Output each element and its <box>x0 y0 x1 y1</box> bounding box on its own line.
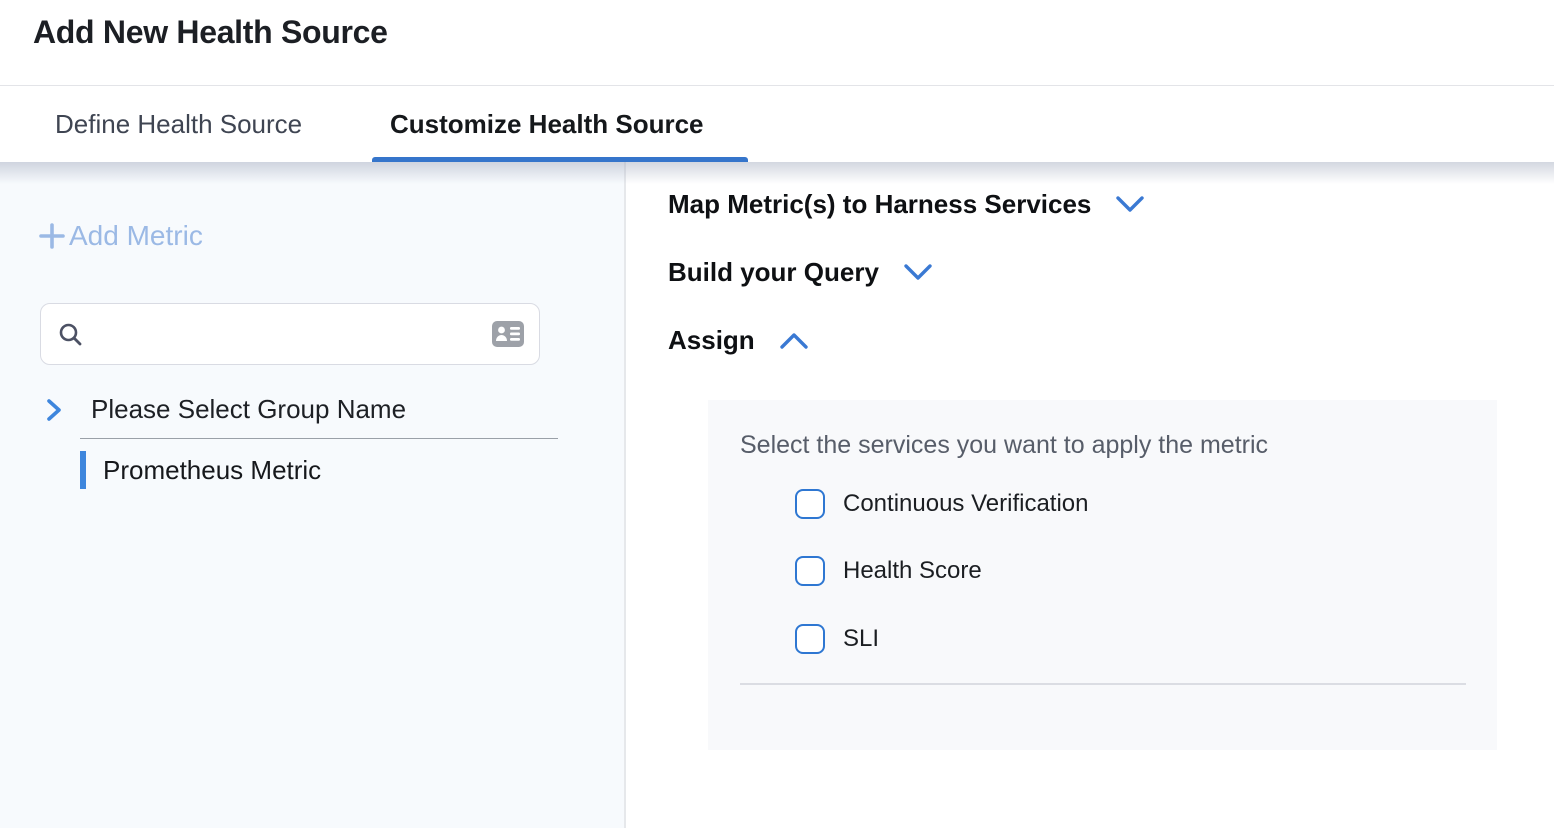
add-metric-label: Add Metric <box>69 220 203 252</box>
option-continuous-verification-label[interactable]: Continuous Verification <box>843 490 1088 518</box>
group-name-label: Please Select Group Name <box>91 394 406 425</box>
search-icon <box>57 321 84 348</box>
assign-panel: Select the services you want to apply th… <box>708 400 1497 750</box>
metric-search-box <box>40 303 540 365</box>
tab-define-health-source[interactable]: Define Health Source <box>55 86 302 162</box>
dialog-content: Add Metric <box>0 162 1554 828</box>
metric-item-label: Prometheus Metric <box>103 451 321 489</box>
metric-search-input[interactable] <box>94 319 481 349</box>
section-map-metrics[interactable]: Map Metric(s) to Harness Services <box>668 186 1145 222</box>
selected-indicator-bar <box>80 451 86 489</box>
option-sli[interactable]: SLI <box>795 624 879 654</box>
option-health-score[interactable]: Health Score <box>795 556 982 586</box>
group-name-row[interactable]: Please Select Group Name <box>45 394 406 425</box>
contact-card-icon[interactable] <box>491 320 525 348</box>
chevron-down-icon <box>903 263 933 282</box>
option-health-score-label[interactable]: Health Score <box>843 557 982 585</box>
section-map-metrics-label: Map Metric(s) to Harness Services <box>668 189 1091 220</box>
chevron-up-icon <box>779 331 809 350</box>
metrics-sidebar: Add Metric <box>0 162 626 828</box>
checkbox-continuous-verification[interactable] <box>795 489 825 519</box>
section-assign[interactable]: Assign <box>668 322 809 358</box>
assign-heading: Select the services you want to apply th… <box>740 431 1268 460</box>
tabbar: Define Health Source Customize Health So… <box>0 86 1554 162</box>
chevron-right-icon[interactable] <box>45 396 63 424</box>
customize-panel: Map Metric(s) to Harness Services Build … <box>628 162 1554 828</box>
page-title: Add New Health Source <box>33 14 388 51</box>
add-health-source-dialog: Add New Health Source Define Health Sour… <box>0 0 1554 828</box>
option-continuous-verification[interactable]: Continuous Verification <box>795 489 1088 519</box>
plus-icon <box>37 221 67 251</box>
section-assign-label: Assign <box>668 325 755 356</box>
option-sli-label[interactable]: SLI <box>843 625 879 653</box>
assign-panel-divider <box>740 683 1466 685</box>
checkbox-health-score[interactable] <box>795 556 825 586</box>
tab-customize-health-source[interactable]: Customize Health Source <box>390 86 704 162</box>
chevron-down-icon <box>1115 195 1145 214</box>
group-divider <box>80 438 558 439</box>
section-build-query-label: Build your Query <box>668 257 879 288</box>
add-metric-button[interactable]: Add Metric <box>37 220 203 252</box>
sidebar-item-prometheus-metric[interactable]: Prometheus Metric <box>80 451 321 489</box>
checkbox-sli[interactable] <box>795 624 825 654</box>
dialog-header: Add New Health Source <box>0 0 1554 86</box>
section-build-query[interactable]: Build your Query <box>668 254 933 290</box>
